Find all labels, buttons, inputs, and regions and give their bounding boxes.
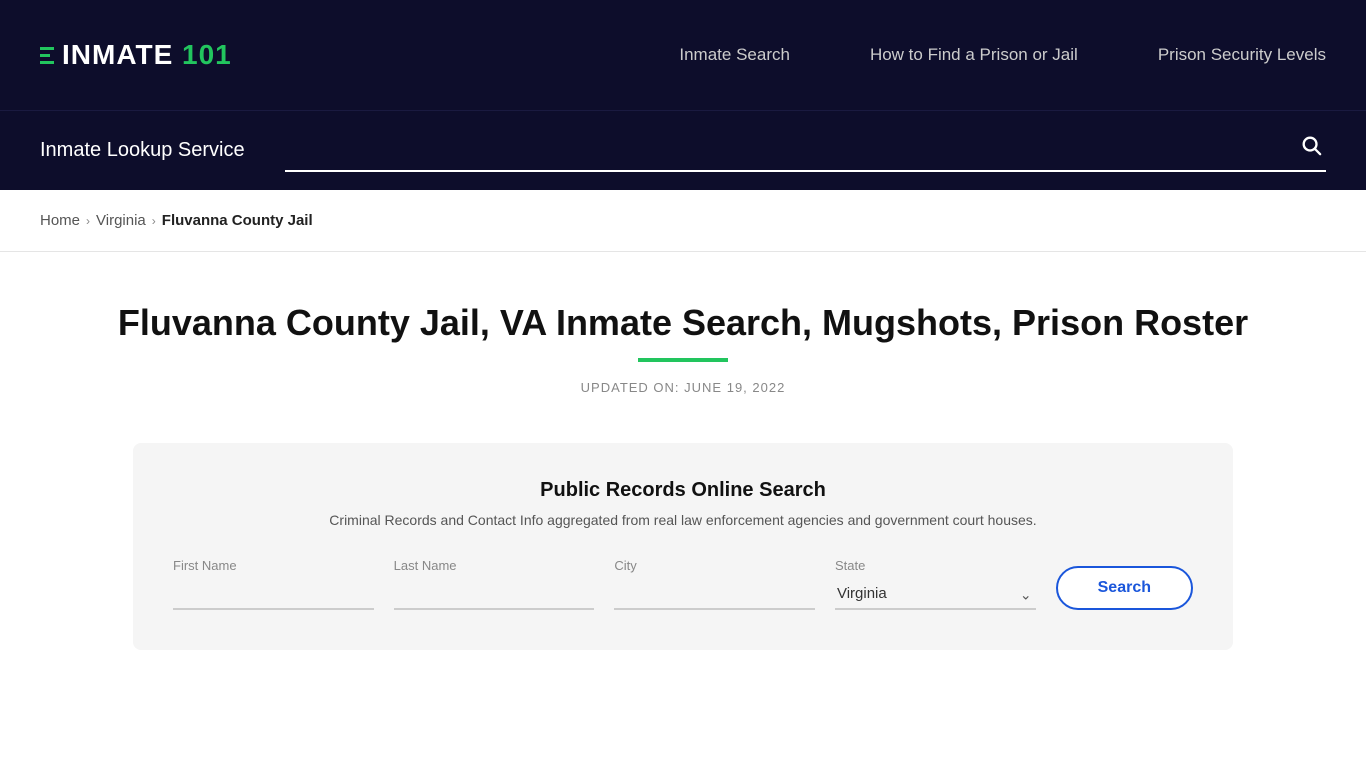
first-name-input[interactable] [173,579,374,610]
top-nav: INMATE 101 Inmate Search How to Find a P… [0,0,1366,110]
last-name-input[interactable] [394,579,595,610]
nav-find-prison[interactable]: How to Find a Prison or Jail [870,45,1078,65]
title-underline [638,358,728,362]
breadcrumb-state[interactable]: Virginia [96,212,146,229]
state-field: State AlabamaAlaskaArizonaArkansasCalifo… [835,558,1036,610]
city-field: City [614,558,815,610]
search-bar-section: Inmate Lookup Service [0,110,1366,190]
chevron-icon-1: › [86,214,90,228]
search-bar-label: Inmate Lookup Service [40,139,245,162]
city-input[interactable] [614,579,815,610]
chevron-icon-2: › [152,214,156,228]
search-icon [1300,134,1322,156]
updated-text: UPDATED ON: JUNE 19, 2022 [40,380,1326,395]
breadcrumb: Home › Virginia › Fluvanna County Jail [40,212,1326,229]
search-button[interactable]: Search [1056,566,1193,610]
breadcrumb-section: Home › Virginia › Fluvanna County Jail [0,190,1366,252]
search-card-title: Public Records Online Search [173,479,1193,502]
page-title: Fluvanna County Jail, VA Inmate Search, … [40,302,1326,344]
logo-text: INMATE 101 [62,39,232,71]
logo-bars-icon [40,47,54,64]
nav-security-levels[interactable]: Prison Security Levels [1158,45,1326,65]
state-label: State [835,558,1036,573]
breadcrumb-home[interactable]: Home [40,212,80,229]
main-content: Fluvanna County Jail, VA Inmate Search, … [0,252,1366,690]
search-input[interactable] [285,139,1288,157]
last-name-label: Last Name [394,558,595,573]
first-name-field: First Name [173,558,374,610]
logo-link[interactable]: INMATE 101 [40,39,232,71]
search-icon-button[interactable] [1296,130,1326,166]
nav-links: Inmate Search How to Find a Prison or Ja… [679,45,1326,65]
city-label: City [614,558,815,573]
state-select[interactable]: AlabamaAlaskaArizonaArkansasCaliforniaCo… [835,579,1036,610]
bottom-spacer [0,690,1366,710]
breadcrumb-current: Fluvanna County Jail [162,212,313,229]
first-name-label: First Name [173,558,374,573]
search-form: First Name Last Name City State AlabamaA… [173,558,1193,610]
nav-inmate-search[interactable]: Inmate Search [679,45,790,65]
state-select-wrap: AlabamaAlaskaArizonaArkansasCaliforniaCo… [835,579,1036,610]
search-card: Public Records Online Search Criminal Re… [133,443,1233,650]
last-name-field: Last Name [394,558,595,610]
search-input-wrap [285,130,1326,172]
search-card-desc: Criminal Records and Contact Info aggreg… [173,512,1193,528]
